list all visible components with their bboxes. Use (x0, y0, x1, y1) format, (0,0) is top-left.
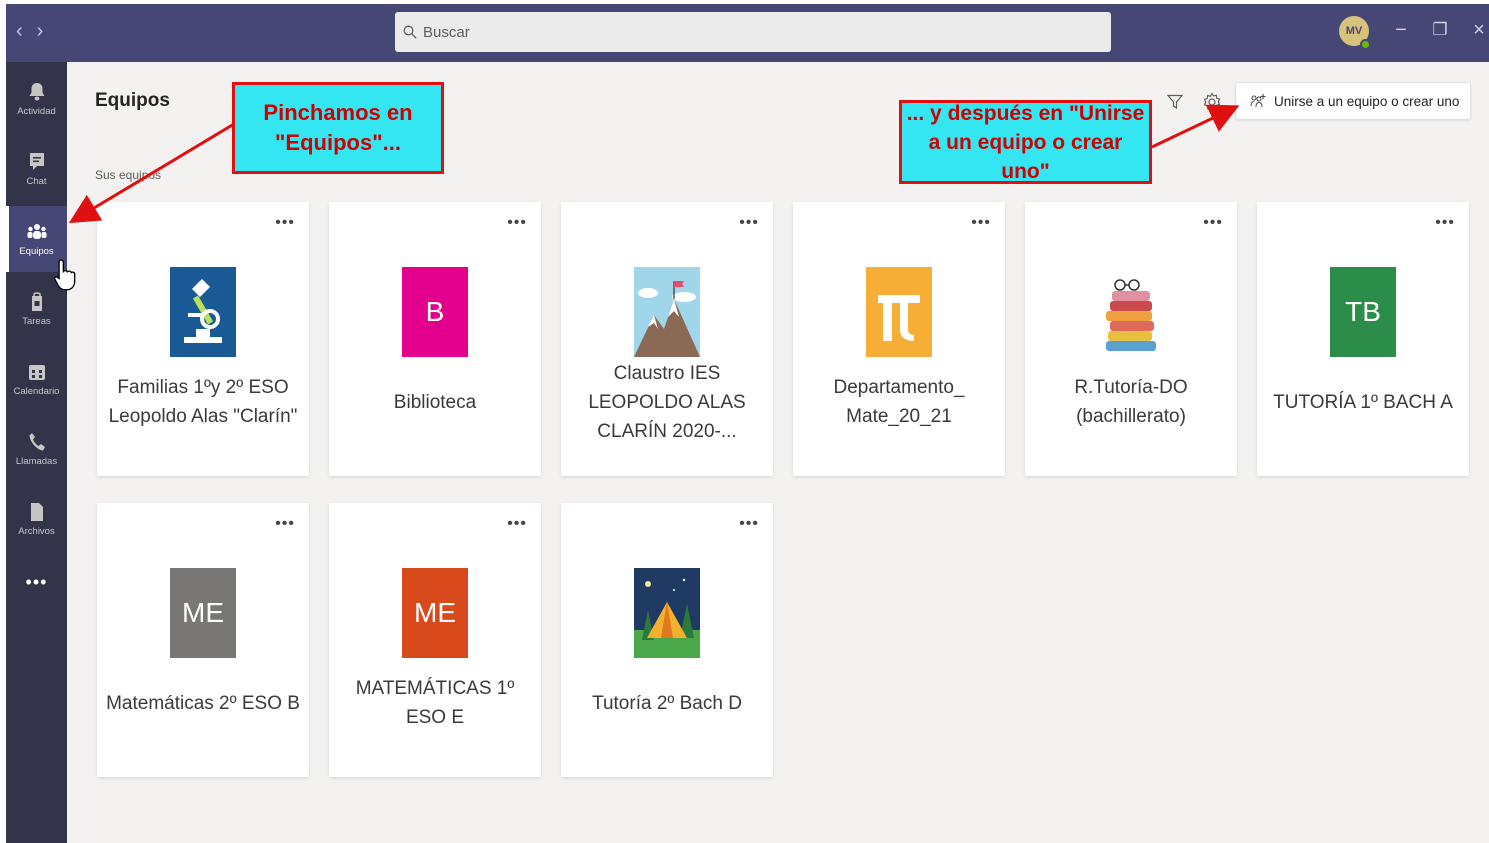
team-more-options-button[interactable]: ••• (739, 215, 759, 231)
team-name: Familias 1ºy 2º ESO Leopoldo Alas "Clarí… (108, 377, 298, 427)
gear-icon[interactable] (1202, 92, 1222, 112)
tent-image (634, 568, 700, 658)
teams-window: ‹› MV − ❐ × Actividad Chat E (6, 4, 1489, 843)
phone-icon (26, 431, 48, 453)
team-name: Tutoría 2º Bach D (592, 692, 742, 714)
title-bar: ‹› MV − ❐ × (6, 4, 1489, 62)
close-button[interactable]: × (1467, 18, 1489, 42)
history-nav: ‹› (16, 20, 57, 43)
search-input[interactable] (423, 23, 1083, 41)
appbar-label: Llamadas (15, 456, 58, 467)
appbar-label: Actividad (17, 106, 56, 117)
file-icon (26, 501, 48, 523)
teams-icon (26, 221, 48, 243)
main-content: Equipos Sus equipos Unirse a un equipo o… (67, 62, 1489, 843)
appbar-item-calendario[interactable]: Calendario (6, 346, 67, 412)
appbar-item-actividad[interactable]: Actividad (6, 66, 67, 132)
appbar-label: Tareas (22, 316, 51, 327)
team-more-options-button[interactable]: ••• (1203, 215, 1223, 231)
bell-icon (26, 81, 48, 103)
team-card[interactable]: ••• Familias 1ºy 2º ESO Leopoldo Alas "C… (97, 202, 309, 476)
team-more-options-button[interactable]: ••• (507, 215, 527, 231)
books-image (1098, 267, 1164, 357)
presence-status-icon (1360, 39, 1371, 50)
team-name: Matemáticas 2º ESO B (106, 692, 300, 714)
annotation-callout-equipos: Pinchamos en "Equipos"... (232, 82, 444, 174)
team-card[interactable]: ••• B Biblioteca (329, 202, 541, 476)
join-or-create-team-button[interactable]: Unirse a un equipo o crear uno (1235, 82, 1471, 120)
appbar-item-archivos[interactable]: Archivos (6, 486, 67, 552)
pi-image (866, 267, 932, 357)
appbar-label: Calendario (13, 386, 60, 397)
team-name: R.Tutoría-DO (bachillerato) (1074, 377, 1188, 427)
team-card[interactable]: ••• Departamento_ Mate_20_21 (793, 202, 1005, 476)
back-button[interactable]: ‹ (16, 20, 37, 42)
team-card[interactable]: ••• Claustro IES LEOPOLDO ALAS CLARÍN 20… (561, 202, 773, 476)
team-card[interactable]: ••• Tutoría 2º Bach D (561, 503, 773, 777)
forward-button[interactable]: › (37, 20, 58, 42)
more-apps-button[interactable]: ••• (6, 572, 67, 593)
annotation-callout-unirse: ... y después en "Unirse a un equipo o c… (899, 100, 1152, 184)
team-card[interactable]: ••• TB TUTORÍA 1º BACH A (1257, 202, 1469, 476)
team-card[interactable]: ••• ME MATEMÁTICAS 1º ESO E (329, 503, 541, 777)
app-bar: Actividad Chat Equipos Tareas Calendario (6, 62, 67, 843)
section-label: Sus equipos (95, 168, 162, 182)
chat-icon (26, 151, 48, 173)
add-team-icon (1250, 94, 1266, 108)
team-more-options-button[interactable]: ••• (275, 516, 295, 532)
appbar-item-chat[interactable]: Chat (6, 136, 67, 202)
team-avatar: ME (170, 568, 236, 658)
team-more-options-button[interactable]: ••• (507, 516, 527, 532)
mountain-image (634, 267, 700, 357)
minimize-button[interactable]: − (1389, 18, 1413, 42)
team-name: TUTORÍA 1º BACH A (1273, 391, 1453, 413)
team-name: Claustro IES LEOPOLDO ALAS CLARÍN 2020-.… (588, 362, 746, 442)
team-avatar: B (402, 267, 468, 357)
filter-icon[interactable] (1167, 94, 1183, 110)
team-more-options-button[interactable]: ••• (275, 215, 295, 231)
team-avatar: TB (1330, 267, 1396, 357)
team-avatar: ME (402, 568, 468, 658)
team-more-options-button[interactable]: ••• (971, 215, 991, 231)
team-more-options-button[interactable]: ••• (1435, 215, 1455, 231)
team-name: Biblioteca (393, 391, 477, 413)
appbar-label: Archivos (18, 526, 55, 537)
hand-cursor-icon (54, 259, 76, 291)
team-name: MATEMÁTICAS 1º ESO E (355, 678, 515, 728)
team-more-options-button[interactable]: ••• (739, 516, 759, 532)
microscope-image (170, 267, 236, 357)
appbar-label: Equipos (19, 246, 54, 257)
page-title: Equipos (95, 90, 170, 111)
appbar-item-llamadas[interactable]: Llamadas (6, 416, 67, 482)
calendar-icon (26, 361, 48, 383)
team-card[interactable]: ••• ME Matemáticas 2º ESO B (97, 503, 309, 777)
join-button-label: Unirse a un equipo o crear uno (1274, 93, 1460, 109)
restore-button[interactable]: ❐ (1428, 18, 1452, 42)
assignments-icon (26, 291, 48, 313)
search-icon (403, 25, 417, 39)
team-card[interactable]: ••• R.Tutoría-DO (bachillerato) (1025, 202, 1237, 476)
team-name: Departamento_ Mate_20_21 (833, 377, 965, 427)
search-box[interactable] (395, 12, 1111, 52)
appbar-label: Chat (26, 176, 47, 187)
